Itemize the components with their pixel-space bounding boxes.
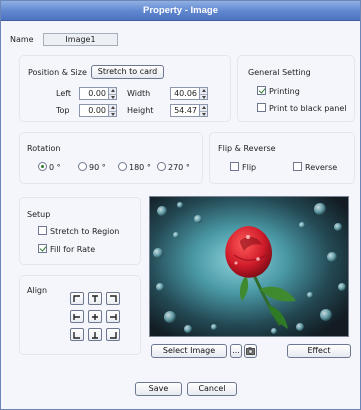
align-top-left-button[interactable] (70, 292, 84, 305)
select-image-button[interactable]: Select Image (151, 344, 227, 358)
rotation-group: Rotation 0 ° 90 ° 180 ° 270 ° (19, 132, 203, 184)
browse-button[interactable]: ... (230, 344, 242, 358)
height-input[interactable]: 54.47 (170, 104, 200, 117)
printing-label: Printing (269, 87, 300, 96)
flip-reverse-title: Flip & Reverse (218, 144, 276, 153)
rotation-90-label: 90 ° (89, 163, 106, 172)
left-label: Left (56, 89, 72, 98)
align-middle-right-icon (110, 314, 117, 320)
fill-for-rate-checkbox[interactable] (38, 244, 47, 253)
top-stepper[interactable] (108, 104, 117, 117)
width-stepper[interactable] (199, 87, 208, 100)
rotation-0-label: 0 ° (49, 163, 61, 172)
align-bottom-right-button[interactable] (106, 328, 120, 341)
align-bottom-right-icon (110, 332, 117, 339)
window-title: Property - Image (143, 5, 218, 16)
save-button[interactable]: Save (135, 382, 182, 396)
align-bottom-center-button[interactable] (88, 328, 102, 341)
align-top-right-button[interactable] (106, 292, 120, 305)
name-field[interactable]: Image1 (43, 33, 118, 46)
align-top-center-button[interactable] (88, 292, 102, 305)
align-center-icon (92, 314, 98, 320)
reverse-checkbox[interactable] (293, 162, 302, 171)
rotation-90-radio[interactable] (78, 162, 87, 171)
rotation-0-radio[interactable] (38, 162, 47, 171)
left-stepper[interactable] (108, 87, 117, 100)
align-bottom-left-button[interactable] (70, 328, 84, 341)
top-input[interactable]: 0.00 (79, 104, 109, 117)
ellipsis-icon: ... (232, 346, 240, 355)
reverse-label: Reverse (305, 163, 338, 172)
rotation-180-label: 180 ° (129, 163, 151, 172)
setup-group: Setup Stretch to Region Fill for Rate (19, 197, 141, 265)
print-black-panel-checkbox[interactable] (257, 103, 266, 112)
align-title: Align (27, 286, 48, 295)
height-stepper[interactable] (199, 104, 208, 117)
top-label: Top (56, 106, 70, 115)
align-bottom-left-icon (73, 332, 80, 339)
position-size-group: Position & Size Stretch to card Left 0.0… (19, 55, 231, 122)
effect-button[interactable]: Effect (287, 344, 351, 358)
camera-icon (246, 347, 255, 355)
align-middle-left-icon (73, 314, 80, 320)
image-preview (149, 196, 349, 337)
cancel-button[interactable]: Cancel (187, 382, 237, 396)
rotation-270-radio[interactable] (157, 162, 166, 171)
align-middle-left-button[interactable] (70, 310, 84, 323)
align-top-center-icon (92, 295, 98, 302)
align-middle-right-button[interactable] (106, 310, 120, 323)
rotation-270-label: 270 ° (168, 163, 190, 172)
name-label: Name (10, 35, 34, 44)
align-group: Align (19, 275, 141, 355)
stretch-to-region-label: Stretch to Region (50, 227, 120, 236)
flip-label: Flip (242, 163, 257, 172)
general-setting-group: General Setting Printing Print to black … (237, 55, 355, 122)
rose-image (150, 197, 348, 336)
stretch-to-region-checkbox[interactable] (38, 226, 47, 235)
printing-checkbox[interactable] (257, 86, 266, 95)
rotation-title: Rotation (27, 144, 61, 153)
general-setting-title: General Setting (248, 68, 311, 77)
camera-button[interactable] (244, 344, 257, 358)
height-label: Height (127, 106, 154, 115)
width-label: Width (127, 89, 151, 98)
left-input[interactable]: 0.00 (79, 87, 109, 100)
rotation-180-radio[interactable] (118, 162, 127, 171)
flip-checkbox[interactable] (230, 162, 239, 171)
align-bottom-center-icon (92, 332, 98, 339)
stretch-to-card-button[interactable]: Stretch to card (91, 65, 164, 79)
align-center-button[interactable] (88, 310, 102, 323)
width-input[interactable]: 40.06 (170, 87, 200, 100)
position-size-title: Position & Size (28, 68, 87, 77)
title-bar: Property - Image (1, 1, 360, 21)
print-black-panel-label: Print to black panel (269, 104, 347, 113)
align-top-right-icon (110, 295, 117, 302)
fill-for-rate-label: Fill for Rate (50, 245, 96, 254)
align-top-left-icon (73, 295, 80, 302)
property-image-window: Property - Image Name Image1 Position & … (0, 0, 361, 410)
flip-reverse-group: Flip & Reverse Flip Reverse (209, 132, 355, 184)
setup-title: Setup (27, 210, 51, 219)
